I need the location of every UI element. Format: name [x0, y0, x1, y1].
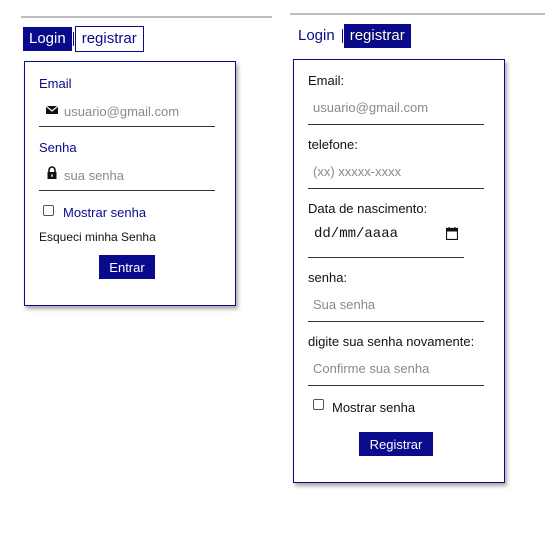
calendar-icon[interactable]	[446, 227, 458, 240]
birth-date-value: dd/mm/aaaa	[314, 226, 399, 242]
show-password-label[interactable]: Mostrar senha	[332, 400, 415, 415]
email-field[interactable]	[308, 94, 484, 125]
login-card: Email Senha Mostrar senha Esqueci minha …	[24, 61, 236, 306]
tab-login[interactable]: Login	[292, 24, 341, 48]
password-field[interactable]	[39, 162, 215, 191]
email-label: Email:	[308, 73, 345, 88]
password-label: Senha	[39, 140, 77, 155]
register-panel-tabs: Login registrar	[292, 24, 411, 48]
show-password-checkbox[interactable]	[313, 399, 324, 410]
confirm-password-label: digite sua senha novamente:	[308, 334, 475, 349]
birth-date-label: Data de nascimento:	[308, 201, 428, 216]
phone-input[interactable]	[313, 161, 481, 181]
password-input[interactable]	[64, 165, 214, 185]
password-label: senha:	[308, 270, 348, 285]
email-input[interactable]	[313, 97, 481, 117]
tab-separator	[341, 29, 343, 43]
phone-label: telefone:	[308, 137, 358, 152]
email-field[interactable]	[39, 98, 215, 127]
password-field[interactable]	[308, 290, 484, 322]
tab-login[interactable]: Login	[23, 27, 72, 51]
left-top-divider	[21, 16, 272, 18]
tab-registrar[interactable]: registrar	[343, 24, 411, 48]
confirm-password-input[interactable]	[313, 358, 481, 378]
login-panel-tabs: Login registrar	[23, 26, 144, 52]
show-password-label[interactable]: Mostrar senha	[63, 205, 146, 220]
confirm-password-field[interactable]	[308, 354, 484, 386]
tab-registrar[interactable]: registrar	[74, 26, 144, 52]
email-input[interactable]	[64, 101, 214, 121]
register-card: Email: telefone: Data de nascimento: dd/…	[293, 59, 505, 483]
login-submit-button[interactable]: Entrar	[99, 255, 155, 279]
right-top-divider	[290, 13, 545, 15]
register-submit-button[interactable]: Registrar	[359, 432, 433, 456]
show-password-checkbox[interactable]	[43, 205, 54, 216]
forgot-password-link[interactable]: Esqueci minha Senha	[39, 230, 156, 244]
tab-separator	[72, 32, 74, 46]
phone-field[interactable]	[308, 158, 484, 189]
email-label: Email	[39, 76, 72, 91]
password-input[interactable]	[313, 294, 481, 314]
birth-date-input[interactable]: dd/mm/aaaa	[308, 224, 464, 258]
